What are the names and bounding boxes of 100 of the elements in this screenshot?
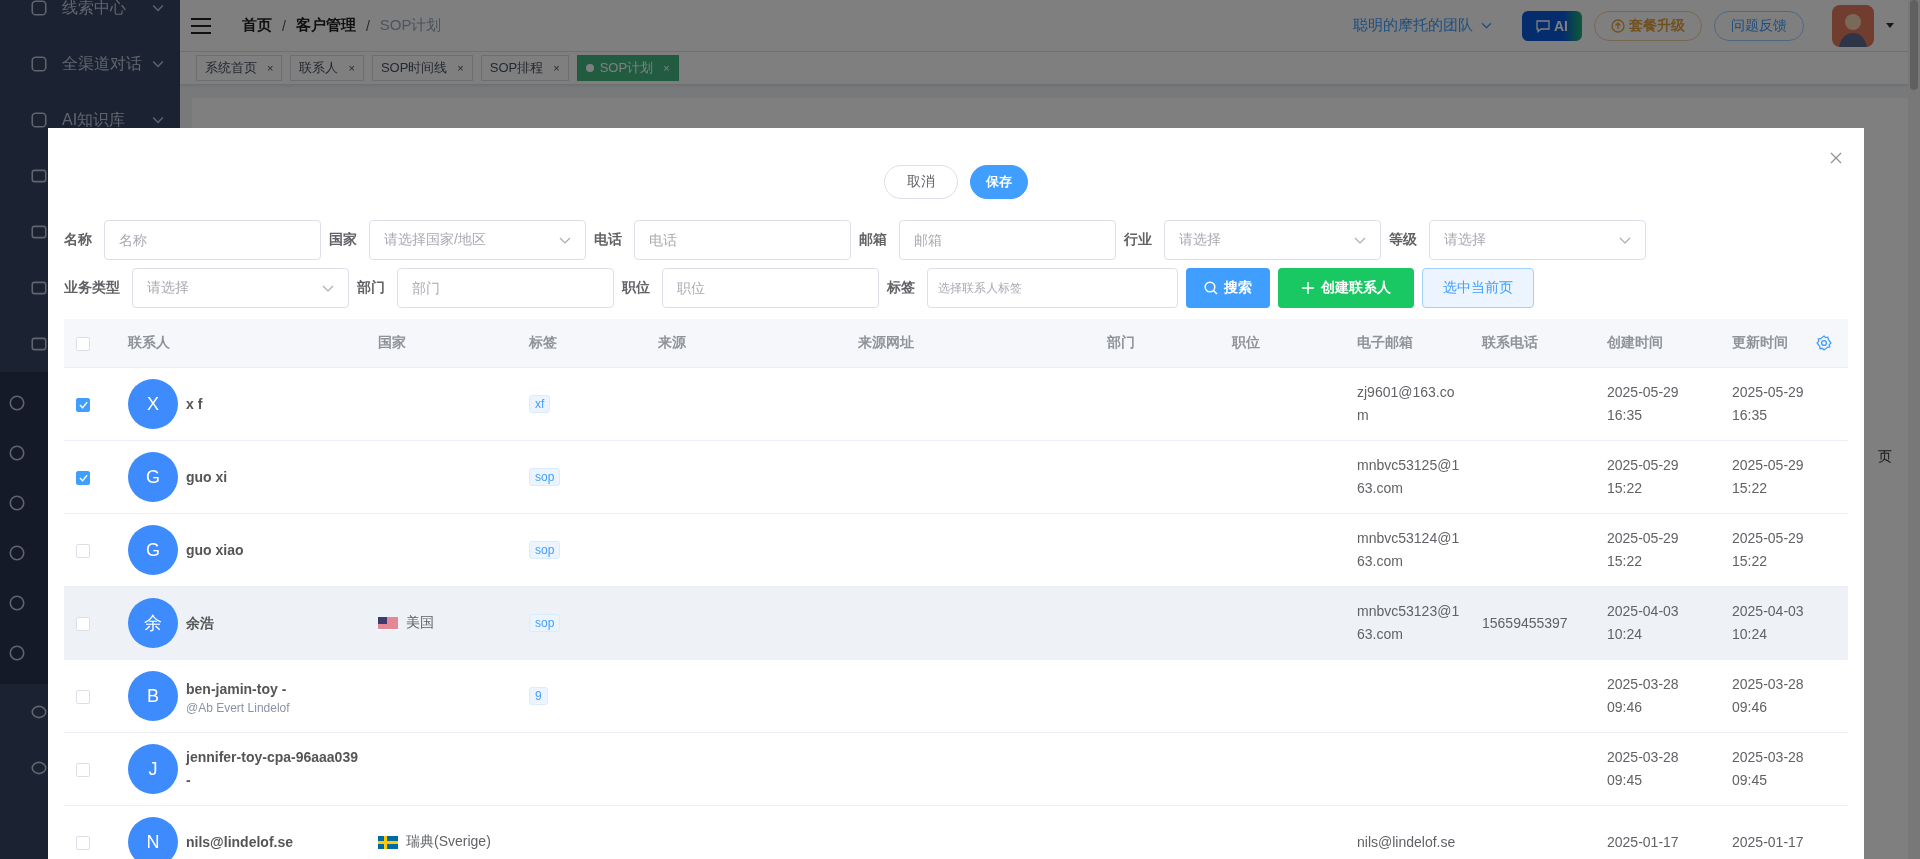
ai-button[interactable]: AI xyxy=(1522,10,1582,41)
filter-label: 电话 xyxy=(594,231,622,249)
avatar: N xyxy=(128,817,178,859)
updated-time: 2025-05-29 15:22 xyxy=(1732,456,1805,498)
breadcrumb-separator: / xyxy=(282,17,286,34)
menu-item-icon[interactable] xyxy=(8,444,26,462)
menu-item-icon[interactable] xyxy=(30,759,48,777)
avatar: G xyxy=(128,525,178,575)
pager-text: 页 xyxy=(1878,448,1892,466)
flag-icon xyxy=(378,616,398,630)
tab[interactable]: SOP排程 × xyxy=(480,55,569,81)
row-checkbox[interactable] xyxy=(76,398,90,413)
close-icon[interactable] xyxy=(1830,152,1842,164)
flag-icon xyxy=(378,835,398,849)
feedback-button[interactable]: 问题反馈 xyxy=(1714,10,1804,41)
menu-item-icon[interactable] xyxy=(8,594,26,612)
filter-label: 邮箱 xyxy=(859,231,887,249)
save-button[interactable]: 保存 xyxy=(970,165,1028,199)
contact-name: nils@lindelof.se xyxy=(186,832,293,852)
team-selector[interactable]: 聪明的摩托的团队 xyxy=(1353,16,1473,35)
input-field[interactable]: 部门 xyxy=(397,268,614,308)
contact-name: guo xiao xyxy=(186,540,244,560)
column-header: 标签 xyxy=(529,334,557,352)
filter-label: 标签 xyxy=(887,279,915,297)
row-checkbox[interactable] xyxy=(76,471,90,486)
updated-time: 2025-05-29 15:22 xyxy=(1732,529,1805,571)
avatar: G xyxy=(128,452,178,502)
tab[interactable]: SOP计划 × xyxy=(576,55,679,81)
menu-item-icon[interactable] xyxy=(30,279,48,297)
menu-item-icon[interactable] xyxy=(8,394,26,412)
breadcrumb-item[interactable]: 客户管理 xyxy=(295,16,356,35)
scrollbar-thumb[interactable] xyxy=(1910,0,1918,90)
create-contact-button[interactable]: 创建联系人 xyxy=(1278,268,1414,308)
created-time: 2025-03-28 09:46 xyxy=(1607,675,1680,717)
select-field[interactable]: 请选择 xyxy=(1429,220,1646,260)
menu-item-icon[interactable] xyxy=(30,335,48,353)
arrow-up-circle-icon xyxy=(1611,18,1625,33)
contact-name: ben-jamin-toy - xyxy=(186,679,288,699)
menu-item-icon[interactable] xyxy=(30,223,48,241)
updated-time: 2025-05-29 16:35 xyxy=(1732,383,1805,425)
created-time: 2025-01-17 xyxy=(1607,832,1680,852)
country-name: 瑞典(Sverige) xyxy=(406,833,491,851)
column-header: 更新时间 xyxy=(1732,334,1788,352)
tag-select-field[interactable]: 选择联系人标签 xyxy=(927,268,1178,308)
chevron-icon xyxy=(152,60,164,68)
select-page-button[interactable]: 选中当前页 xyxy=(1422,268,1534,308)
user-avatar[interactable] xyxy=(1832,4,1874,47)
contact-name: guo xi xyxy=(186,467,228,487)
email-text: mnbvc53125@163.com xyxy=(1357,456,1461,498)
created-time: 2025-03-28 09:45 xyxy=(1607,748,1680,790)
select-field[interactable]: 请选择国家/地区 xyxy=(369,220,586,260)
chevron-icon xyxy=(1619,236,1631,244)
input-field[interactable]: 邮箱 xyxy=(899,220,1116,260)
menu-icon[interactable] xyxy=(190,17,212,34)
caret-icon[interactable] xyxy=(1886,23,1894,28)
filter-label: 名称 xyxy=(64,231,92,249)
select-field[interactable]: 请选择 xyxy=(1164,220,1381,260)
menu-item-icon[interactable] xyxy=(8,544,26,562)
input-field[interactable]: 电话 xyxy=(634,220,851,260)
avatar: X xyxy=(128,379,178,429)
input-field[interactable]: 名称 xyxy=(104,220,321,260)
menu-item-icon[interactable] xyxy=(30,703,48,721)
column-header: 部门 xyxy=(1107,334,1135,352)
updated-time: 2025-03-28 09:46 xyxy=(1732,675,1805,717)
search-button[interactable]: 搜索 xyxy=(1186,268,1270,308)
filter-label: 等级 xyxy=(1389,231,1417,249)
column-header: 来源网址 xyxy=(858,334,914,352)
filter-label: 业务类型 xyxy=(64,279,120,297)
created-time: 2025-05-29 16:35 xyxy=(1607,383,1680,425)
created-time: 2025-04-03 10:24 xyxy=(1607,602,1680,644)
phone-text: 15659455397 xyxy=(1482,615,1568,631)
menu-item-icon xyxy=(30,0,48,17)
column-header: 创建时间 xyxy=(1607,334,1663,352)
settings-icon[interactable] xyxy=(1816,335,1832,351)
sidebar-item[interactable]: 全渠道对话 xyxy=(62,53,152,75)
email-text: mnbvc53124@163.com xyxy=(1357,529,1461,571)
upgrade-button[interactable]: 套餐升级 xyxy=(1594,10,1702,41)
chevron-icon xyxy=(1481,22,1492,29)
input-field[interactable]: 职位 xyxy=(662,268,879,308)
chat-icon xyxy=(1536,18,1550,33)
tag: sop xyxy=(529,614,561,632)
menu-item-icon[interactable] xyxy=(8,644,26,662)
select-all-checkbox[interactable] xyxy=(76,337,90,352)
breadcrumb-item[interactable]: 首页 xyxy=(242,16,272,35)
tab[interactable]: 联系人 × xyxy=(290,55,364,81)
updated-time: 2025-03-28 09:45 xyxy=(1732,748,1805,790)
email-text: mnbvc53123@163.com xyxy=(1357,602,1461,644)
tab[interactable]: SOP时间线 × xyxy=(371,55,473,81)
tag: sop xyxy=(529,468,561,486)
tab[interactable]: 系统首页 × xyxy=(196,55,283,81)
tag: sop xyxy=(529,541,561,559)
menu-item-icon[interactable] xyxy=(8,494,26,512)
filter-label: 职位 xyxy=(622,279,650,297)
column-header: 电子邮箱 xyxy=(1357,334,1413,352)
menu-item-icon[interactable] xyxy=(30,167,48,185)
chevron-icon xyxy=(322,284,334,292)
select-field[interactable]: 请选择 xyxy=(132,268,349,308)
cancel-button[interactable]: 取消 xyxy=(884,165,958,199)
sidebar-item[interactable]: AI知识库 xyxy=(62,109,152,131)
breadcrumb-separator: / xyxy=(365,17,370,34)
